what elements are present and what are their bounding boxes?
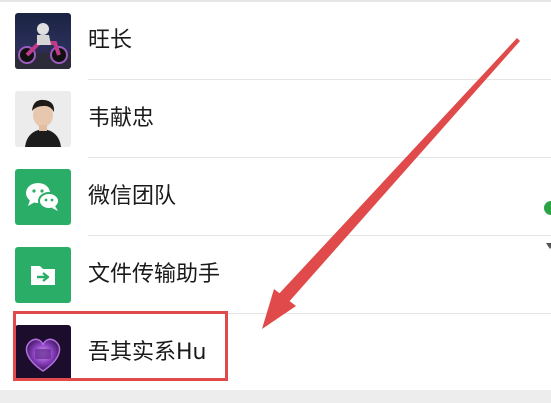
contact-name: 韦献忠: [88, 106, 155, 131]
contact-name: 微信团队: [88, 184, 177, 209]
contact-row-wangzhang[interactable]: 旺长: [0, 2, 551, 80]
annotation-highlight-box: [13, 311, 228, 381]
avatar-motorcycle-rider: [15, 13, 71, 69]
chevron-down-icon: [546, 243, 551, 249]
file-transfer-icon: [15, 247, 71, 303]
avatar-man-portrait: [15, 91, 71, 147]
contact-name: 文件传输助手: [88, 262, 221, 287]
contact-list-screen: 旺长 韦献忠 微信团队 文件传输助手 吾其实系Hu: [0, 0, 551, 403]
contact-row-wechat-team[interactable]: 微信团队: [0, 158, 551, 236]
wechat-logo-icon: [15, 169, 71, 225]
list-footer-band: [0, 390, 551, 403]
contact-name: 旺长: [88, 28, 133, 53]
status-dot: [544, 201, 551, 215]
contact-row-weixianzhong[interactable]: 韦献忠: [0, 80, 551, 158]
contact-row-file-transfer[interactable]: 文件传输助手: [0, 236, 551, 314]
